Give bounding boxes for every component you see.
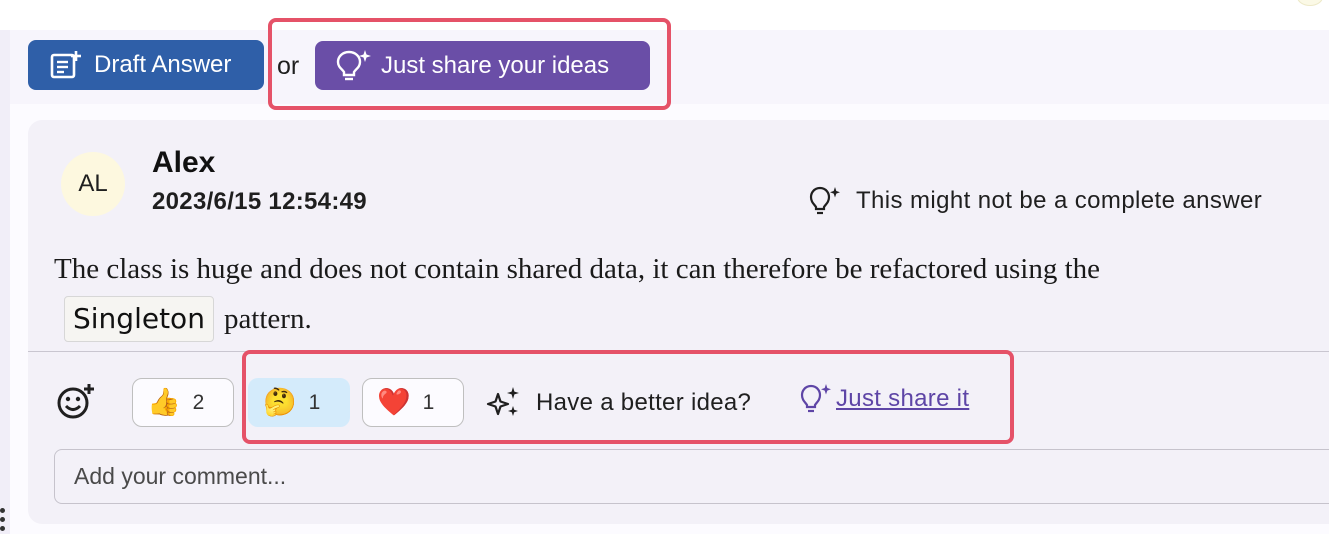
incomplete-notice-text: This might not be a complete answer [856, 187, 1263, 214]
answer-text-part-2: pattern. [223, 303, 312, 335]
share-it-text: Just share it [836, 385, 970, 412]
code-term: Singleton [64, 296, 214, 342]
better-idea-text: Have a better idea? [536, 389, 752, 416]
answer-text-part-1: The class is huge and does not contain s… [54, 253, 1101, 285]
share-ideas-button[interactable]: Just share your ideas [315, 41, 650, 90]
left-rail [0, 30, 10, 534]
lightbulb-sparkle-icon [800, 384, 831, 413]
answer-timestamp: 2023/6/15 12:54:49 [152, 188, 367, 215]
answer-body: The class is huge and does not contain s… [54, 244, 1314, 344]
reaction-count: 1 [422, 390, 435, 414]
incomplete-notice: This might not be a complete answer [808, 185, 1262, 217]
divider [28, 351, 1329, 352]
more-options-icon[interactable] [0, 508, 5, 531]
thinking-face-icon: 🤔 [263, 387, 297, 417]
sparkles-icon [486, 387, 519, 416]
document-edit-icon [50, 51, 81, 79]
share-ideas-label: Just share your ideas [381, 51, 610, 79]
reaction-count: 1 [308, 390, 321, 414]
better-idea-prompt: Have a better idea? [486, 386, 751, 420]
share-it-link[interactable]: Just share it [798, 382, 969, 416]
add-reaction-icon[interactable] [56, 383, 96, 426]
reaction-thumbs-up[interactable]: 👍 2 [132, 378, 234, 427]
reaction-heart[interactable]: ❤️ 1 [362, 378, 464, 427]
avatar: AL [61, 152, 125, 216]
top-strip [0, 0, 1329, 30]
reaction-thinking[interactable]: 🤔 1 [248, 378, 350, 427]
page: Draft Answer or Just share your ideas AL… [0, 0, 1329, 534]
draft-answer-button[interactable]: Draft Answer [28, 40, 264, 90]
author-name: Alex [152, 146, 216, 179]
reaction-count: 2 [192, 390, 205, 414]
or-separator: or [277, 52, 300, 80]
thumbs-up-icon: 👍 [147, 387, 181, 417]
lightbulb-sparkle-icon [809, 186, 840, 215]
heart-icon: ❤️ [377, 387, 411, 417]
comment-input[interactable] [54, 449, 1329, 504]
avatar-initials: AL [78, 170, 108, 197]
draft-answer-label: Draft Answer [94, 51, 232, 78]
lightbulb-sparkle-icon [336, 49, 371, 80]
